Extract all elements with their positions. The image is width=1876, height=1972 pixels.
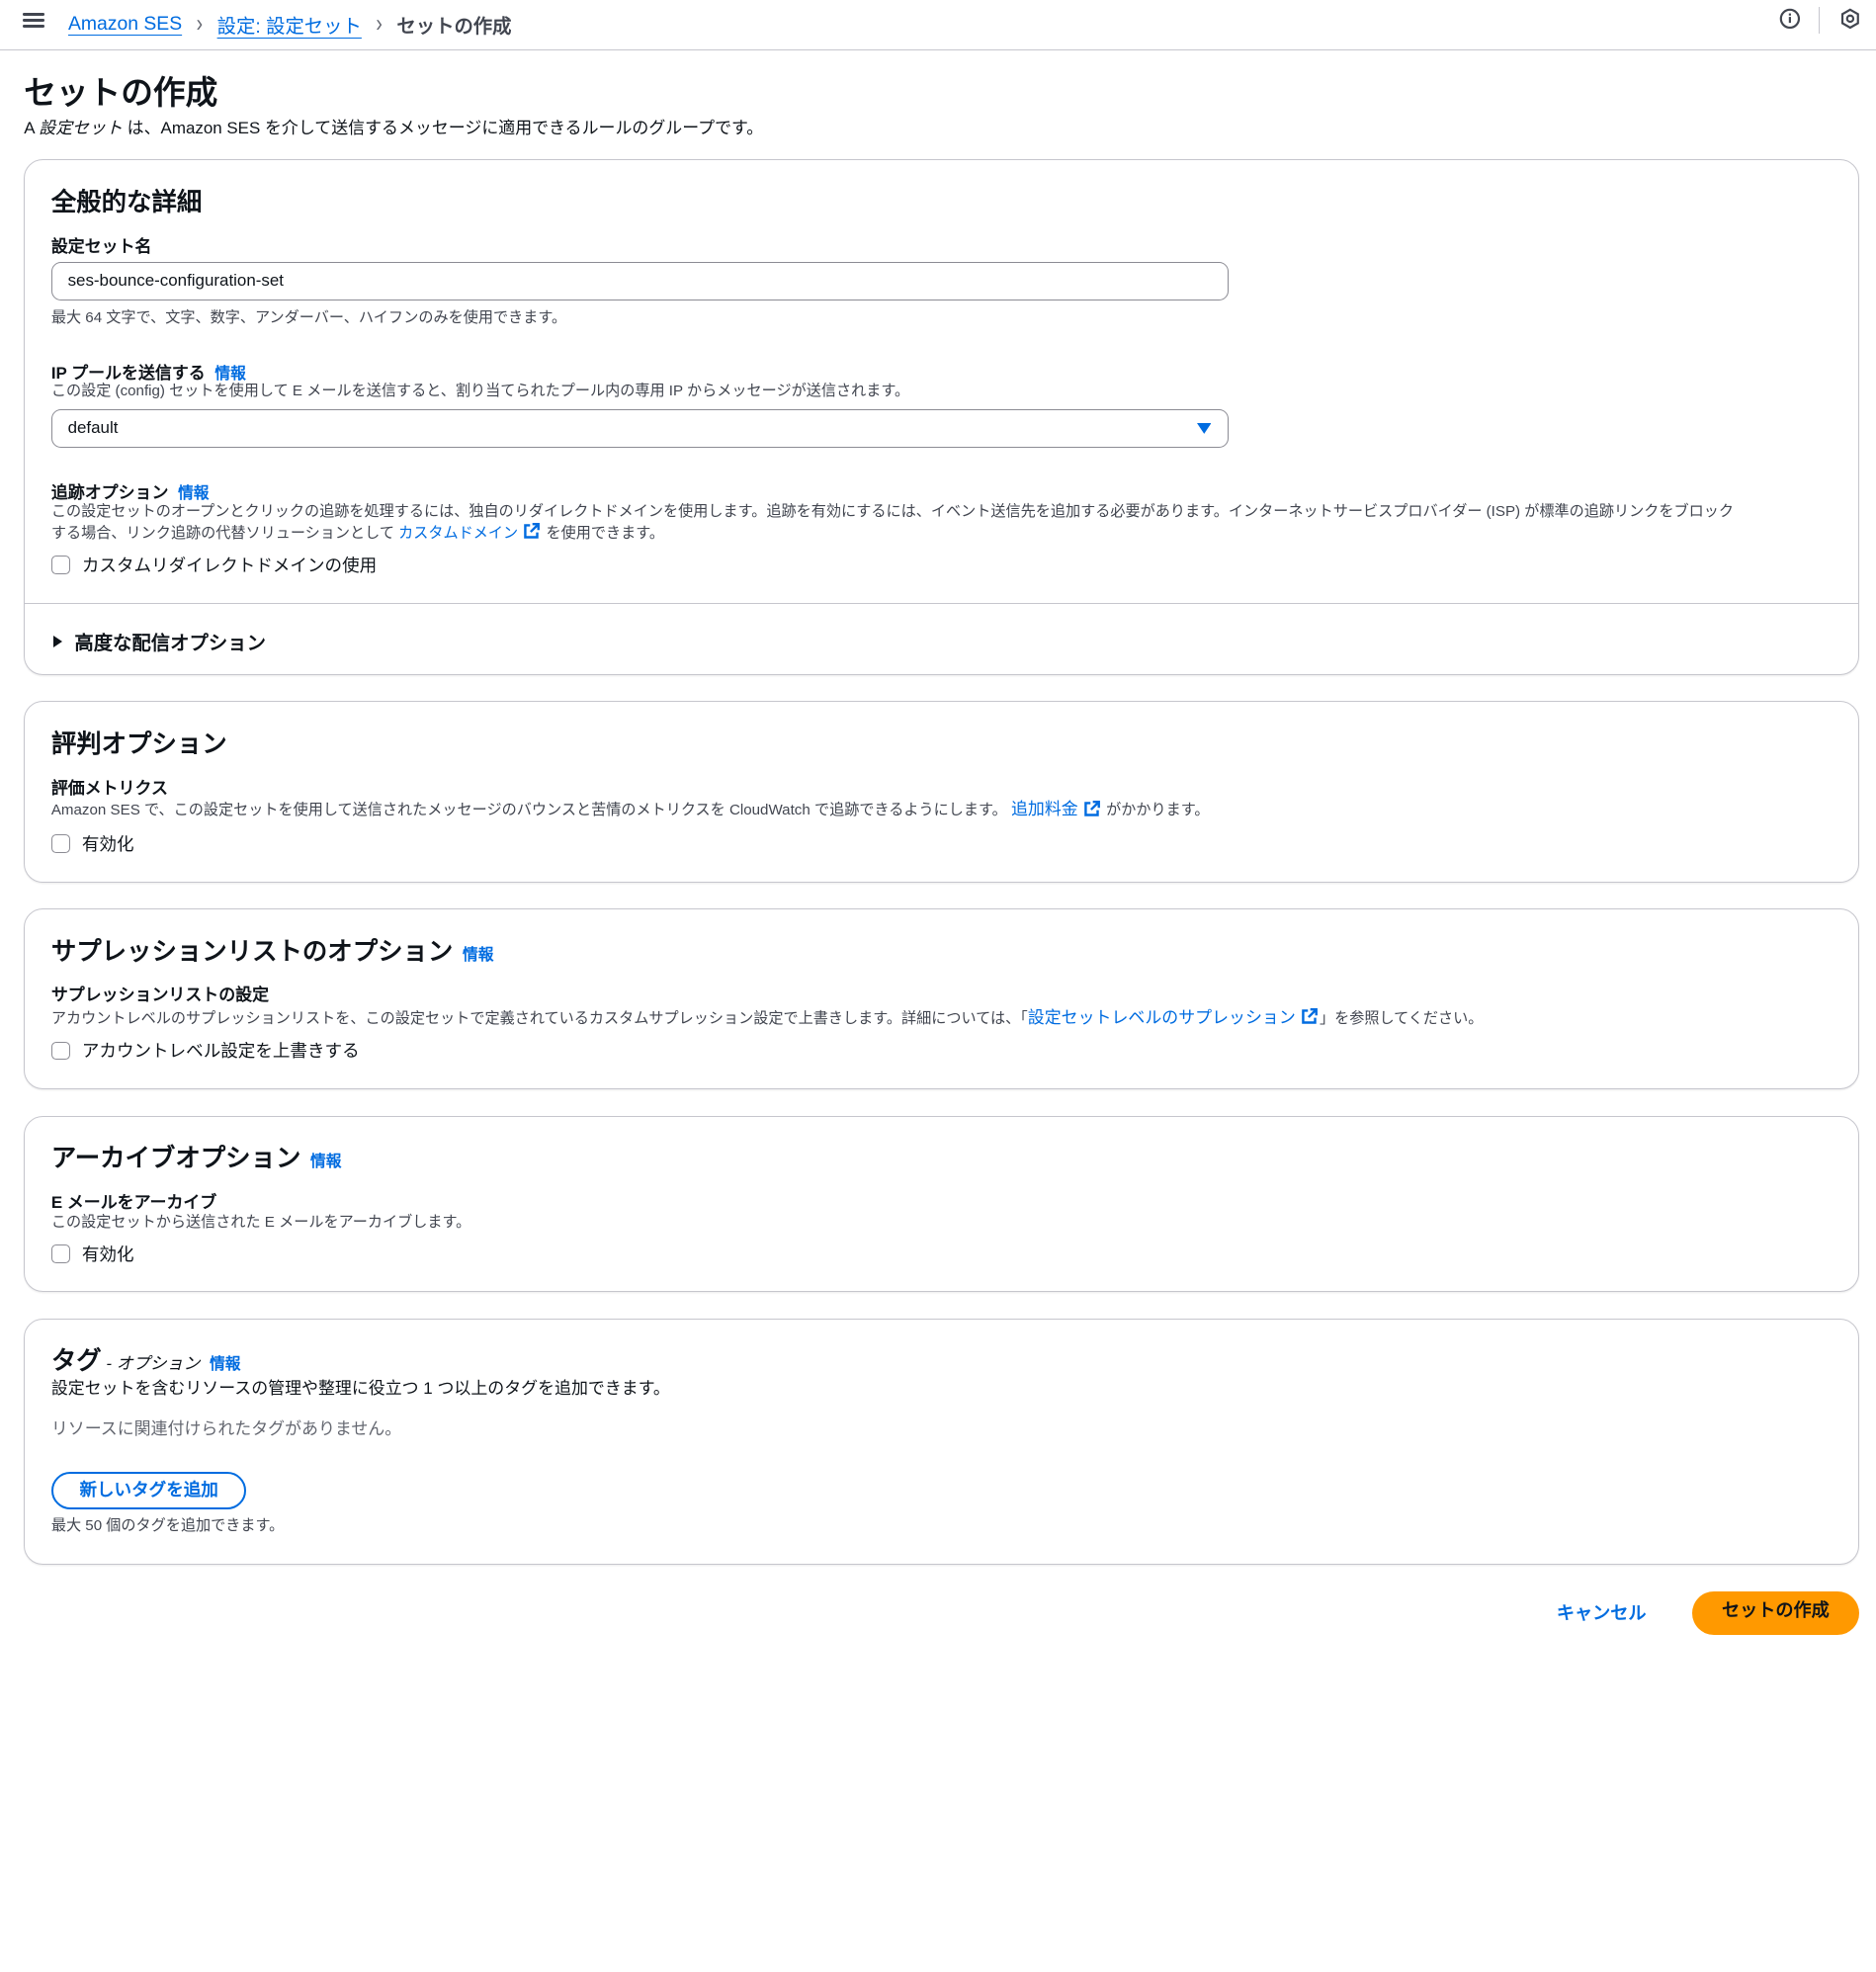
custom-domain-link[interactable]: カスタムドメイン — [398, 525, 518, 542]
reputation-heading: 評判オプション — [50, 730, 227, 759]
archive-email-label: E メールをアーカイブ — [50, 1192, 217, 1212]
ip-pool-select[interactable]: default — [50, 408, 1229, 448]
external-link-icon — [1083, 800, 1100, 816]
config-set-suppression-link[interactable]: 設定セットレベルのサプレッション — [1028, 1008, 1296, 1027]
additional-charges-link[interactable]: 追加料金 — [1011, 800, 1078, 818]
caret-right-icon — [53, 636, 63, 648]
override-account-checkbox[interactable]: アカウントレベル設定を上書きする — [50, 1038, 360, 1063]
config-set-name-hint: 最大 64 文字で、文字、数字、アンダーバー、ハイフンのみを使用できます。 — [50, 308, 567, 326]
checkbox-box[interactable] — [50, 834, 70, 854]
archive-description: この設定セットから送信された E メールをアーカイブします。 — [50, 1214, 471, 1232]
chevron-right-icon: › — [196, 9, 204, 39]
suppression-options-card: サプレッションリストのオプション 情報 サプレッションリストの設定 アカウントレベ… — [24, 907, 1859, 1090]
advanced-delivery-expander[interactable]: 高度な配信オプション — [53, 628, 266, 655]
add-tag-button[interactable]: 新しいタグを追加 — [50, 1471, 247, 1510]
tracking-options-label: 追跡オプション 情報 — [50, 482, 210, 502]
tags-limit-hint: 最大 50 個のタグを追加できます。 — [50, 1517, 285, 1535]
breadcrumb: Amazon SES › 設定: 設定セット › セットの作成 — [68, 9, 512, 39]
tracking-info-link[interactable]: 情報 — [178, 485, 209, 502]
settings-hex-icon[interactable] — [1839, 8, 1861, 30]
page: Amazon SES › 設定: 設定セット › セットの作成 セットの作成 A… — [0, 0, 1876, 1635]
suppression-info-link[interactable]: 情報 — [463, 947, 493, 964]
reputation-description: Amazon SES で、この設定セットを使用して送信されたメッセージのバウンス… — [50, 800, 1210, 819]
page-title: セットの作成 — [24, 73, 218, 111]
suppression-heading: サプレッションリストのオプション 情報 — [50, 937, 494, 966]
external-link-icon — [524, 523, 540, 539]
reputation-options-card: 評判オプション 評価メトリクス Amazon SES で、この設定セットを使用し… — [24, 701, 1859, 883]
archive-heading: アーカイブオプション 情報 — [50, 1145, 342, 1173]
archive-enable-checkbox[interactable]: 有効化 — [50, 1242, 134, 1266]
reputation-metrics-label: 評価メトリクス — [50, 778, 168, 798]
tracking-description: この設定セットのオープンとクリックの追跡を処理するには、独自のリダイレクトドメイ… — [50, 502, 1735, 542]
divider — [25, 602, 1858, 605]
checkbox-box[interactable] — [50, 1244, 70, 1264]
page-description: A 設定セット は、Amazon SES を介して送信するメッセージに適用できる… — [24, 118, 764, 137]
tags-empty-state: リソースに関連付けられたタグがありません。 — [50, 1419, 402, 1439]
breadcrumb-amazon-ses[interactable]: Amazon SES — [68, 13, 182, 36]
chevron-right-icon: › — [376, 9, 383, 39]
tags-info-link[interactable]: 情報 — [210, 1356, 240, 1373]
suppression-settings-label: サプレッションリストの設定 — [50, 986, 270, 1005]
custom-domain-checkbox[interactable]: カスタムリダイレクトドメインの使用 — [50, 553, 377, 577]
config-set-name-label: 設定セット名 — [50, 236, 152, 256]
reputation-enable-checkbox[interactable]: 有効化 — [50, 831, 134, 856]
tags-description: 設定セットを含むリソースの管理や整理に役立つ 1 つ以上のタグを追加できます。 — [50, 1379, 670, 1399]
tags-heading: タグ - オプション 情報 — [50, 1346, 241, 1375]
external-link-icon — [1301, 1008, 1318, 1025]
tags-card: タグ - オプション 情報 設定セットを含むリソースの管理や整理に役立つ 1 つ以… — [24, 1318, 1859, 1565]
archive-options-card: アーカイブオプション 情報 E メールをアーカイブ この設定セットから送信された … — [24, 1116, 1859, 1292]
archive-info-link[interactable]: 情報 — [310, 1154, 341, 1170]
ip-pool-description: この設定 (config) セットを使用して E メールを送信すると、割り当てら… — [50, 382, 910, 399]
checkbox-box[interactable] — [50, 1041, 70, 1061]
general-details-card: 全般的な詳細 設定セット名 ses-bounce-configuration-s… — [24, 158, 1859, 676]
suppression-description: アカウントレベルのサプレッションリストを、この設定セットで定義されているカスタム… — [50, 1008, 1484, 1028]
general-details-heading: 全般的な詳細 — [50, 188, 203, 216]
checkbox-box[interactable] — [50, 556, 70, 574]
breadcrumb-current: セットの作成 — [396, 15, 512, 38]
top-navigation-bar: Amazon SES › 設定: 設定セット › セットの作成 — [0, 0, 1876, 50]
breadcrumb-configuration-sets[interactable]: 設定: 設定セット — [217, 11, 362, 39]
create-set-button[interactable]: セットの作成 — [1691, 1590, 1860, 1635]
info-icon[interactable] — [1779, 8, 1801, 30]
caret-down-icon — [1196, 423, 1212, 434]
config-set-name-input[interactable]: ses-bounce-configuration-set — [50, 261, 1229, 300]
menu-icon[interactable] — [22, 11, 44, 30]
cancel-button[interactable]: キャンセル — [1557, 1599, 1647, 1625]
divider — [1818, 7, 1821, 34]
